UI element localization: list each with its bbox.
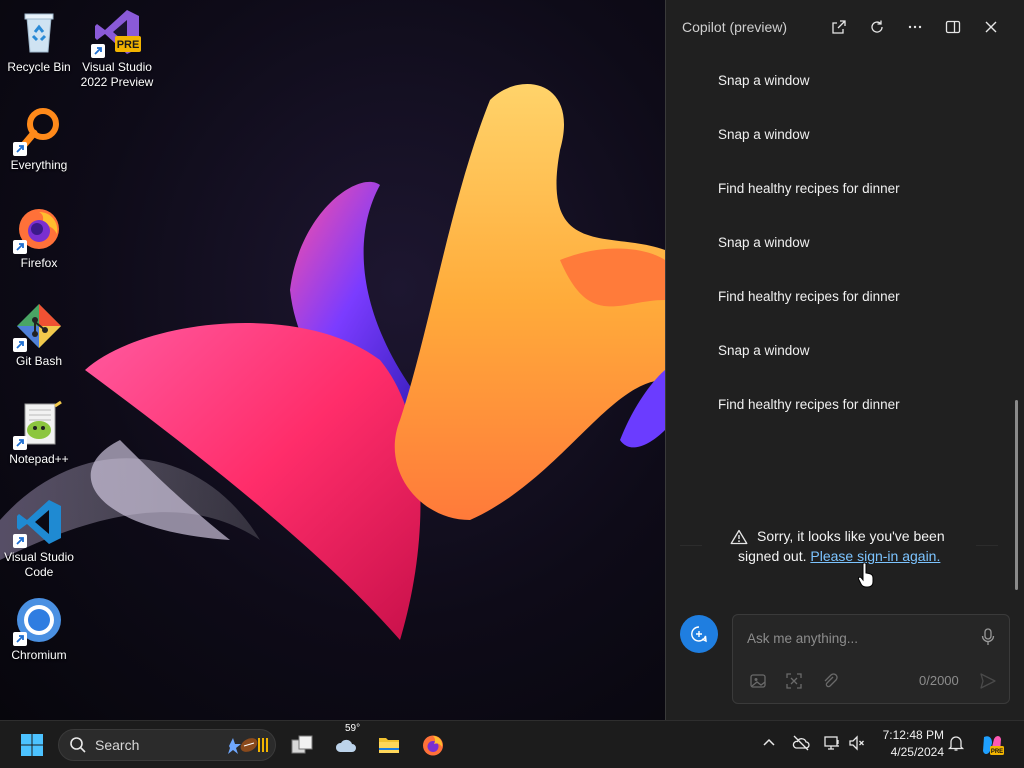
warning-icon [730,529,748,545]
weather-temperature: 59° [345,723,361,734]
volume-tray-button[interactable] [847,733,867,753]
hand-cursor-icon [858,562,874,588]
speaker-muted-icon [849,735,864,751]
chevron-up-icon [763,738,775,746]
desktop-icon-label: Everything [10,158,68,172]
task-view-icon [291,735,313,754]
network-icon [824,736,839,750]
microphone-icon[interactable] [981,628,995,646]
open-in-new-window-button[interactable] [820,12,858,42]
desktop[interactable]: Recycle Bin PRE Visual Studio 2022 Previ… [0,0,665,720]
shortcut-arrow-icon [13,240,27,254]
search-icon [70,737,86,753]
file-explorer-button[interactable] [373,729,405,761]
onedrive-tray-button[interactable] [791,733,811,753]
notice-text: Sorry, it looks like you've been [757,528,945,544]
suggestion-item[interactable]: Find healthy recipes for dinner [718,160,1004,216]
desktop-icons: Recycle Bin PRE Visual Studio 2022 Previ… [0,0,160,720]
chat-input[interactable] [747,625,967,651]
shortcut-arrow-icon [13,436,27,450]
taskbar-search-box[interactable]: Search [58,729,276,761]
cloud-offline-icon [792,735,810,751]
shortcut-arrow-icon [91,44,105,58]
folder-icon [379,738,399,753]
desktop-icon-vscode[interactable]: Visual Studio Code [1,498,77,580]
chat-input-box: 0/2000 [732,614,1010,704]
clock-time: 7:12:48 PM [882,728,944,742]
new-topic-button[interactable] [680,615,718,653]
desktop-icon-label: Recycle Bin [7,60,71,74]
svg-text:PRE: PRE [991,749,1003,755]
shortcut-arrow-icon [13,534,27,548]
copilot-pre-icon: PRE [983,736,1004,755]
copilot-pane: Copilot (preview) Snap a window Snap a w… [665,0,1024,720]
copilot-header: Copilot (preview) [666,0,1024,54]
recycle-bin-icon [24,13,54,53]
shortcut-arrow-icon [13,632,27,646]
network-tray-button[interactable] [822,733,842,753]
suggestion-list: Snap a window Snap a window Find healthy… [718,54,1004,432]
desktop-icon-everything[interactable]: Everything [1,106,77,173]
suggestion-item[interactable]: Find healthy recipes for dinner [718,268,1004,324]
suggestion-item[interactable]: Snap a window [718,322,1004,378]
attachment-icon[interactable] [821,672,839,690]
desktop-icon-label: Notepad++ [9,452,69,466]
notifications-button[interactable] [946,733,966,753]
desktop-icon-label: Git Bash [15,354,63,368]
close-icon [985,21,997,33]
taskbar: Search 59° 7:12:48 PM 4/25/2024 PRE [0,720,1024,768]
notice-text: signed out. [738,548,807,564]
side-panel-icon [945,20,961,34]
desktop-icon-git-bash[interactable]: Git Bash [1,302,77,369]
send-icon[interactable] [979,672,997,690]
copilot-taskbar-button[interactable]: PRE [976,729,1008,761]
dock-pane-button[interactable] [934,12,972,42]
suggestion-item[interactable]: Snap a window [718,214,1004,270]
search-label: Search [95,737,140,753]
desktop-icon-visual-studio-preview[interactable]: PRE Visual Studio 2022 Preview [79,8,155,90]
close-button[interactable] [972,12,1010,42]
refresh-icon [871,20,883,33]
external-link-icon [832,20,846,34]
desktop-icon-label: Firefox [20,256,58,270]
system-clock[interactable]: 7:12:48 PM 4/25/2024 [872,727,944,761]
desktop-icon-label: Chromium [11,648,67,662]
taskbar-firefox-button[interactable] [417,729,449,761]
pre-badge-text: PRE [117,39,140,51]
clock-date: 4/25/2024 [890,745,944,759]
screenshot-icon[interactable] [785,672,803,690]
refresh-button[interactable] [858,12,896,42]
character-counter: 0/2000 [919,673,959,688]
cloud-weather-icon [335,739,356,752]
firefox-icon [423,735,443,756]
desktop-icon-recycle-bin[interactable]: Recycle Bin [1,8,77,75]
suggestion-item[interactable]: Snap a window [718,106,1004,162]
desktop-icon-notepad-plus-plus[interactable]: Notepad++ [1,400,77,467]
desktop-icon-firefox[interactable]: Firefox [1,204,77,271]
shortcut-arrow-icon [13,338,27,352]
show-hidden-icons-button[interactable] [759,733,779,753]
start-button[interactable] [16,729,48,761]
ellipsis-icon [908,25,922,29]
desktop-icon-label: Visual Studio Code [4,550,74,579]
scrollbar-thumb[interactable] [1015,400,1018,590]
suggestion-item[interactable]: Find healthy recipes for dinner [718,376,1004,432]
task-view-button[interactable] [286,729,318,761]
divider [680,545,702,546]
new-chat-icon [691,626,707,643]
suggestion-item[interactable]: Snap a window [718,52,1004,108]
shortcut-arrow-icon [13,142,27,156]
more-options-button[interactable] [896,12,934,42]
search-highlight-badge-icon [228,738,268,754]
bell-icon [947,736,965,751]
add-image-icon[interactable] [749,672,767,690]
signed-out-notice: Sorry, it looks like you've been signed … [730,526,990,566]
sign-in-link[interactable]: Please sign-in again. [810,548,940,564]
desktop-icon-chromium[interactable]: Chromium [1,596,77,663]
desktop-icon-label: Visual Studio 2022 Preview [80,60,154,89]
copilot-title: Copilot (preview) [682,19,788,35]
windows-logo-icon [21,734,43,756]
